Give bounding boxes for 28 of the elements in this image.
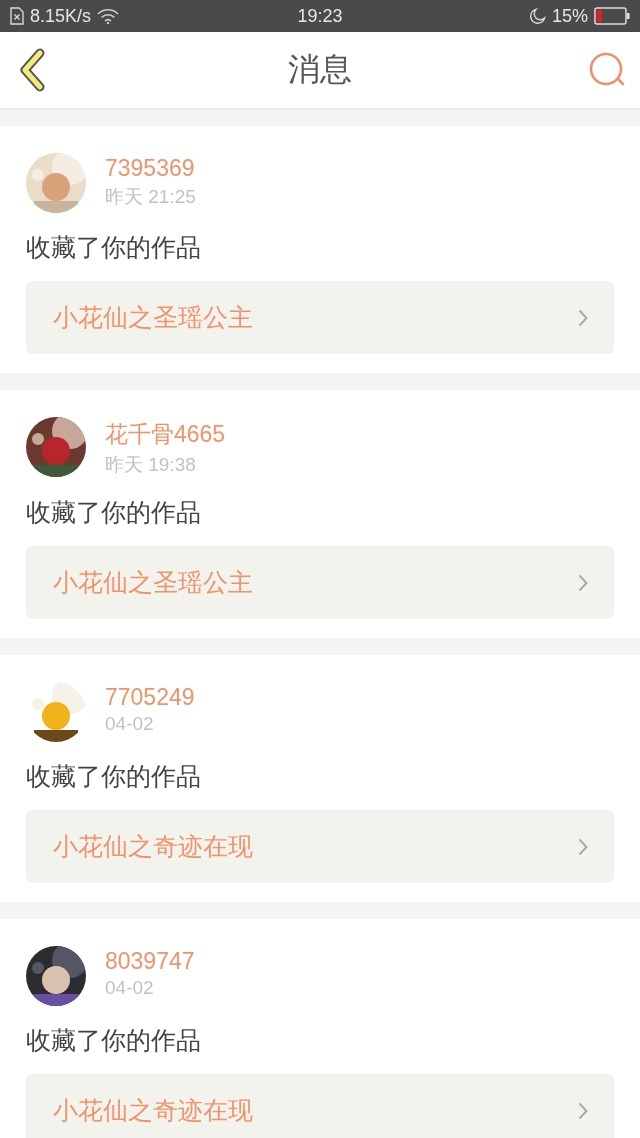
action-text: 收藏了你的作品: [26, 232, 202, 264]
chevron-icon: [578, 1101, 588, 1120]
timestamp: 04-02: [105, 713, 155, 735]
action-text: 收藏了你的作品: [26, 761, 202, 793]
chevron-icon: [578, 573, 588, 592]
user-name[interactable]: 8039747: [105, 948, 195, 975]
chevron-icon: [578, 308, 588, 327]
action-text: 收藏了你的作品: [26, 497, 202, 529]
work-link[interactable]: 小花仙之圣瑶公主: [26, 281, 614, 354]
battery-icon: [594, 7, 630, 25]
battery-percent: 15%: [551, 5, 588, 27]
network-speed: 8.15K/s: [30, 5, 92, 27]
timestamp: 04-02: [105, 977, 155, 999]
user-name[interactable]: 7705249: [105, 684, 195, 711]
user-name[interactable]: 花千骨4665: [105, 419, 226, 450]
chevron-icon: [578, 837, 588, 856]
moon-icon: [529, 8, 546, 24]
work-link[interactable]: 小花仙之圣瑶公主: [26, 546, 614, 619]
timestamp: 昨天 21:25: [105, 185, 196, 209]
sim-card-icon: [10, 7, 24, 25]
wifi-icon: [97, 8, 120, 24]
page-title: 消息: [288, 49, 352, 90]
timestamp: 昨天 19:38: [105, 453, 197, 477]
work-link[interactable]: 小花仙之奇迹在现: [26, 1074, 614, 1138]
user-name[interactable]: 7395369: [105, 155, 196, 182]
action-text: 收藏了你的作品: [26, 1025, 202, 1057]
work-link[interactable]: 小花仙之奇迹在现: [26, 810, 614, 883]
clock: 19:23: [297, 5, 343, 27]
